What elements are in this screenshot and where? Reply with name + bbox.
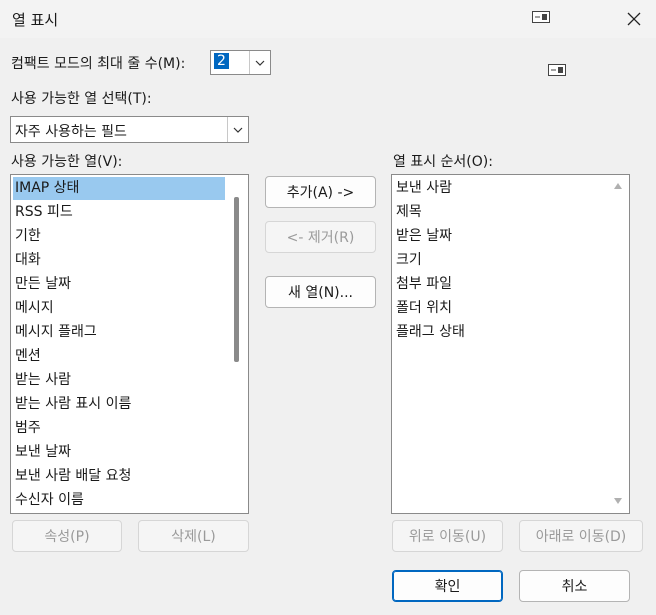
move-up-button[interactable]: 위로 이동(U) — [392, 520, 503, 552]
list-item[interactable]: IMAP 상태 — [13, 177, 225, 200]
properties-button[interactable]: 속성(P) — [12, 520, 122, 552]
field-select-dropdown[interactable]: 자주 사용하는 필드 — [10, 116, 249, 143]
list-item[interactable]: 범주 — [13, 417, 41, 440]
vertical-scrollbar-thumb[interactable] — [234, 197, 239, 362]
compact-max-lines-select[interactable]: 2 — [210, 50, 271, 75]
list-item[interactable]: 메시지 — [13, 297, 54, 320]
remove-column-button[interactable]: <- 제거(R) — [265, 221, 376, 253]
list-item[interactable]: RSS 피드 — [13, 201, 73, 224]
move-down-button[interactable]: 아래로 이동(D) — [519, 520, 643, 552]
list-item[interactable]: 폴더 위치 — [394, 297, 452, 320]
available-columns-list[interactable]: IMAP 상태 RSS 피드 기한 대화 만든 날짜 메시지 메시지 플래그 멘… — [10, 174, 249, 514]
display-order-label: 열 표시 순서(O): — [393, 154, 493, 170]
compact-max-lines-label: 컴팩트 모드의 최대 줄 수(M): — [11, 56, 186, 72]
list-item[interactable]: 만든 날짜 — [13, 273, 71, 296]
scroll-up-icon[interactable] — [613, 182, 623, 190]
scroll-down-icon[interactable] — [613, 497, 623, 505]
compact-max-lines-value: 2 — [214, 53, 229, 69]
cancel-button[interactable]: 취소 — [519, 570, 630, 602]
display-order-list[interactable]: 보낸 사람 제목 받은 날짜 크기 첨부 파일 폴더 위치 플래그 상태 — [391, 174, 630, 514]
list-item[interactable]: 수신자 이름 — [13, 489, 84, 512]
delete-button[interactable]: 삭제(L) — [138, 520, 249, 552]
close-button[interactable] — [620, 6, 648, 32]
list-item[interactable]: 제목 — [394, 201, 422, 224]
list-item[interactable]: 보낸 사람 배달 요청 — [13, 465, 131, 488]
list-item[interactable]: 받은 날짜 — [394, 225, 452, 248]
list-item[interactable]: 크기 — [394, 249, 422, 272]
window-title: 열 표시 — [12, 11, 59, 29]
available-columns-label: 사용 가능한 열(V): — [11, 154, 123, 170]
chevron-down-icon — [227, 117, 248, 142]
list-item[interactable]: 받는 사람 표시 이름 — [13, 393, 131, 416]
new-column-button[interactable]: 새 열(N)... — [265, 276, 376, 308]
chevron-down-icon — [249, 51, 270, 74]
list-item[interactable]: 보낸 사람 — [394, 177, 452, 200]
list-item[interactable]: 멘션 — [13, 345, 41, 368]
ok-button[interactable]: 확인 — [392, 570, 503, 602]
column-display-icon — [532, 11, 550, 23]
list-item[interactable]: 첨부 파일 — [394, 273, 452, 296]
add-column-button[interactable]: 추가(A) -> — [265, 176, 376, 208]
list-item[interactable]: 대화 — [13, 249, 41, 272]
list-item[interactable]: 메시지 플래그 — [13, 321, 97, 344]
column-display-dialog: 열 표시 컴팩트 모드의 최대 줄 수(M): 2 사용 가능한 열 선택(T)… — [0, 0, 656, 615]
list-item[interactable]: 보낸 날짜 — [13, 441, 71, 464]
list-item[interactable]: 기한 — [13, 225, 41, 248]
list-item[interactable]: 플래그 상태 — [394, 321, 465, 344]
list-item[interactable]: 받는 사람 — [13, 369, 71, 392]
title-bar: 열 표시 — [0, 0, 656, 38]
field-select-label: 사용 가능한 열 선택(T): — [11, 91, 152, 107]
close-icon — [627, 12, 641, 26]
field-select-value: 자주 사용하는 필드 — [15, 124, 127, 140]
column-display-icon — [548, 64, 566, 76]
